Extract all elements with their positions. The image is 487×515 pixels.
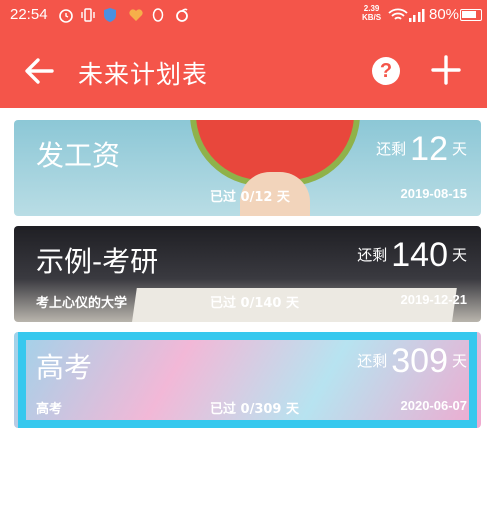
days-left-count: 140 [391,236,448,274]
signal-icon [409,9,425,22]
add-icon[interactable] [430,54,462,86]
plan-name: 示例-考研 [36,245,159,278]
vibrate-icon [81,8,95,22]
target-date: 2019-12-21 [400,292,468,307]
net-speed: 2.39 KB/S [362,4,382,22]
alarm-icon [59,9,73,23]
app-bar: 未来计划表 ? [0,40,487,104]
plan-card[interactable]: 示例-考研 还剩 140 天 考上心仪的大学 已过 0/140 天 2019-12-… [14,226,481,322]
days-remaining: 还剩 12 天 [376,130,467,168]
battery-icon [460,9,482,21]
battery-percent: 80% [429,6,460,23]
plan-note: 考上心仪的大学 [36,296,128,311]
target-date: 2019-08-15 [400,186,468,201]
days-passed: 已过 0/140 天 [210,296,299,311]
heart-icon [129,9,143,21]
plan-name: 发工资 [36,139,121,172]
days-left-count: 12 [410,130,448,168]
status-bar: 22:54 2.39 KB/S 80% [0,0,487,30]
back-arrow-icon[interactable] [22,54,56,88]
selection-highlight [18,332,477,428]
app-icon [176,8,188,22]
page-title: 未来计划表 [78,60,209,89]
plan-card-selected[interactable]: 高考 还剩 309 天 高考 已过 0/309 天 2020-06-07 [14,332,481,428]
wifi-icon [388,8,408,20]
header: 22:54 2.39 KB/S 80% 未来计划表 ? [0,0,487,108]
clock: 22:54 [10,6,48,23]
plan-card[interactable]: 发工资 还剩 12 天 已过 0/12 天 2019-08-15 [14,120,481,216]
qq-icon [152,8,164,22]
shield-icon [104,8,116,22]
help-icon[interactable]: ? [372,57,400,85]
days-remaining: 还剩 140 天 [357,236,467,274]
days-passed: 已过 0/12 天 [210,190,290,205]
